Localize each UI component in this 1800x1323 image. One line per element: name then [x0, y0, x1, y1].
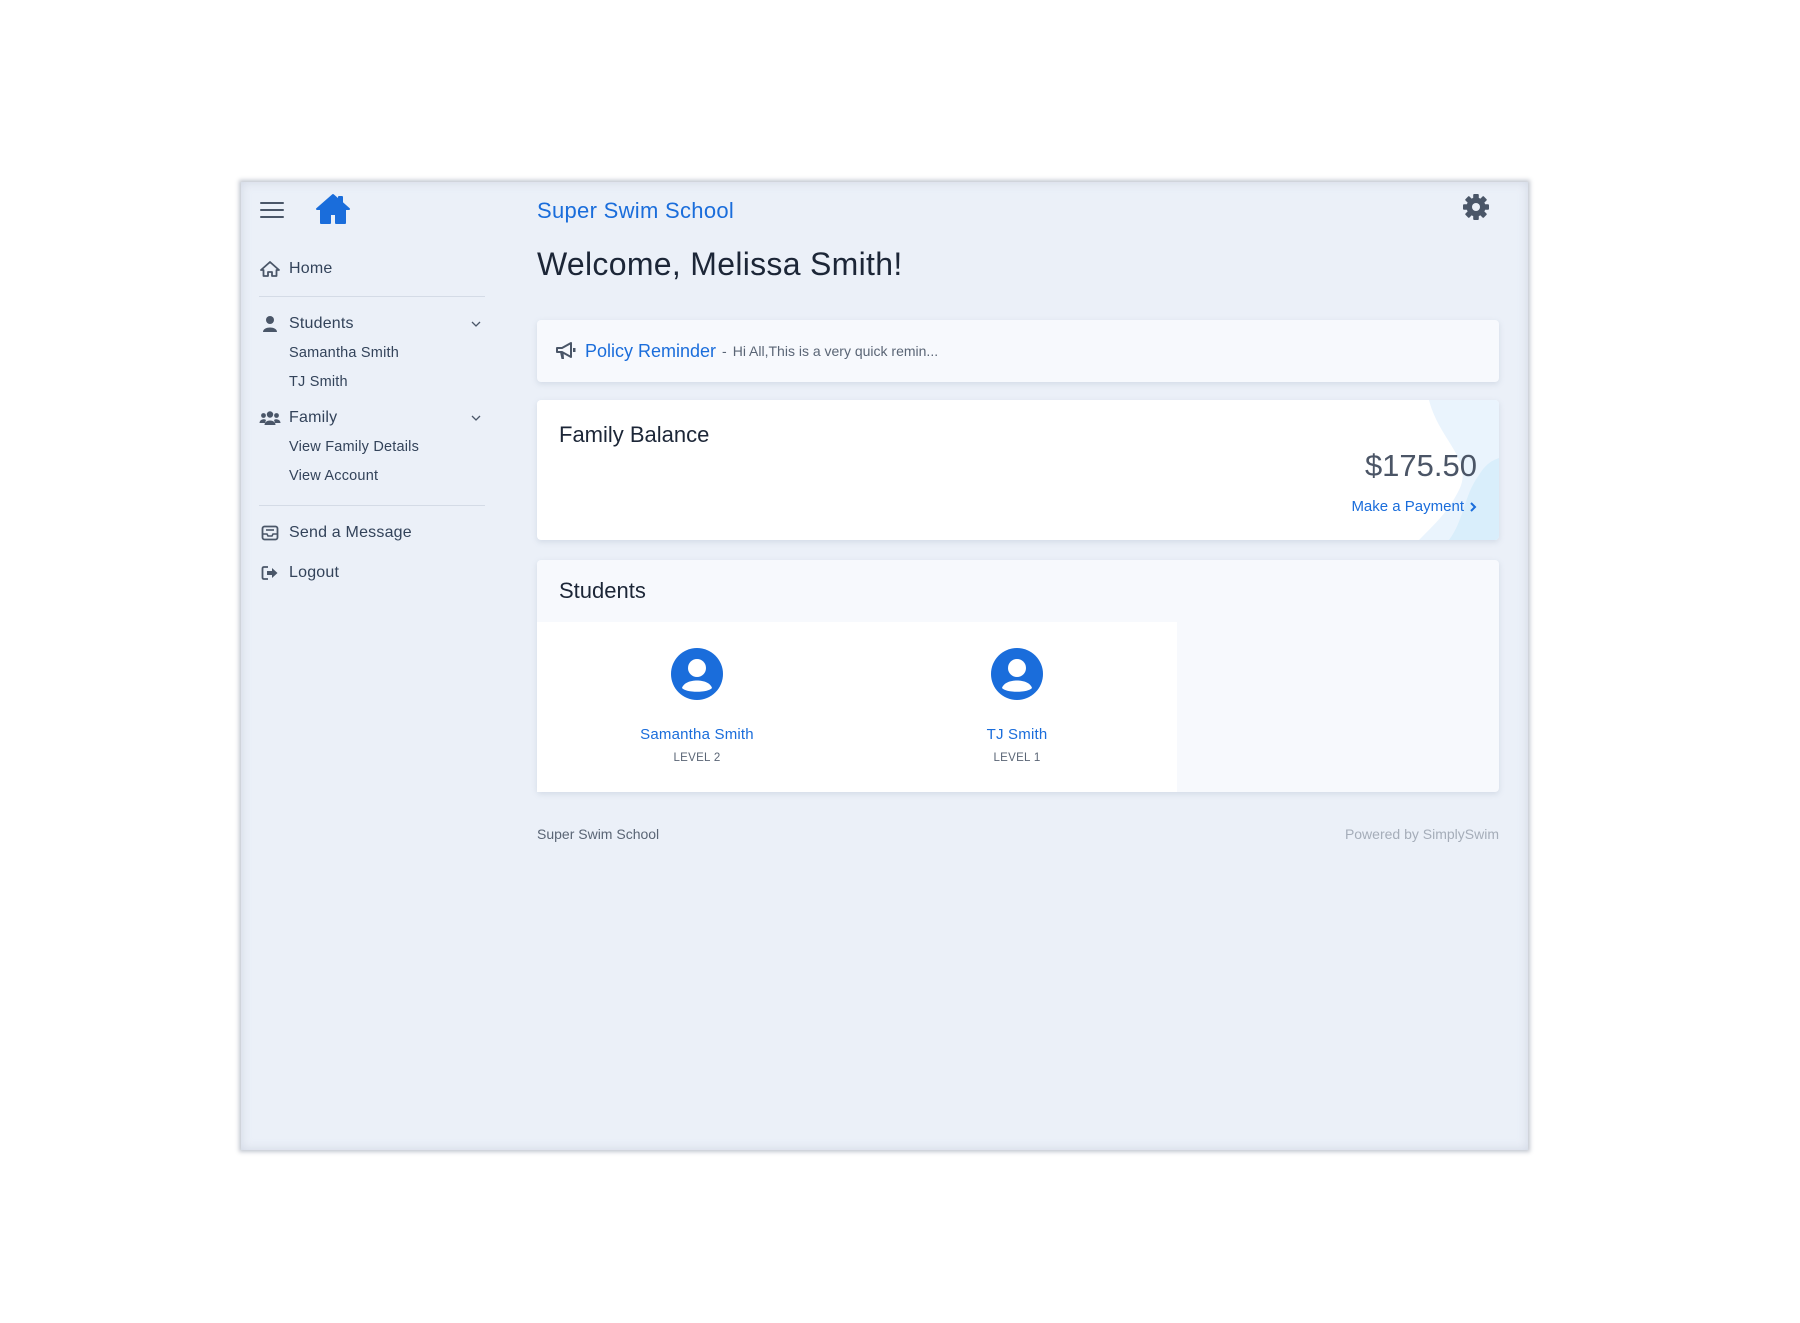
family-balance-card: Family Balance $175.50 Make a Payment [537, 400, 1499, 540]
user-icon [259, 315, 281, 333]
home-logo-icon[interactable] [314, 192, 352, 226]
policy-title[interactable]: Policy Reminder [585, 341, 716, 362]
logout-icon [259, 564, 281, 582]
sidebar: Home Students Samantha Smith TJ Smith Fa… [241, 182, 501, 1150]
student-name[interactable]: Samantha Smith [537, 726, 857, 743]
family-balance-title: Family Balance [559, 422, 710, 447]
gear-icon[interactable] [1461, 192, 1491, 222]
sidebar-item-students[interactable]: Students [259, 309, 487, 339]
sidebar-item-label: Family [289, 409, 338, 426]
policy-separator: - [722, 343, 727, 359]
balance-amount: $175.50 [1364, 448, 1477, 483]
students-grid: Samantha Smith LEVEL 2 TJ Smith LEVEL 1 [537, 622, 1177, 792]
policy-reminder-banner[interactable]: Policy Reminder - Hi All,This is a very … [537, 320, 1499, 382]
user-avatar-icon [671, 648, 723, 700]
hamburger-menu-icon[interactable] [260, 202, 284, 220]
students-card: Students Samantha Smith LEVEL 2 TJ Smith [537, 560, 1499, 792]
sidebar-item-home[interactable]: Home [259, 254, 487, 284]
school-title[interactable]: Super Swim School [537, 198, 734, 224]
sidebar-item-label: Home [289, 260, 333, 277]
page-title: Welcome, Melissa Smith! [537, 246, 903, 282]
students-title: Students [559, 578, 646, 603]
make-payment-link[interactable]: Make a Payment [1351, 498, 1477, 515]
chevron-right-icon [1470, 501, 1477, 512]
student-tile-tj[interactable]: TJ Smith LEVEL 1 [857, 622, 1177, 792]
sidebar-item-send-message[interactable]: Send a Message [259, 518, 487, 548]
student-name[interactable]: TJ Smith [857, 726, 1177, 743]
sidebar-view-account[interactable]: View Account [259, 462, 487, 491]
divider [259, 296, 485, 297]
sidebar-item-label: Logout [289, 564, 340, 581]
student-level: LEVEL 2 [673, 752, 721, 764]
footer-powered-by: Powered by SimplySwim [1344, 826, 1499, 842]
users-icon [259, 409, 281, 427]
footer-school-name: Super Swim School [537, 826, 660, 842]
sidebar-item-family[interactable]: Family [259, 403, 487, 433]
student-level: LEVEL 1 [993, 752, 1041, 764]
megaphone-icon [556, 342, 576, 359]
sidebar-item-logout[interactable]: Logout [259, 558, 487, 588]
sidebar-item-label: Students [289, 315, 354, 332]
inbox-icon [259, 524, 281, 542]
make-payment-label: Make a Payment [1351, 498, 1464, 515]
chevron-down-icon[interactable] [471, 413, 481, 423]
sidebar-student-tj[interactable]: TJ Smith [259, 368, 487, 397]
user-avatar-icon [991, 648, 1043, 700]
sidebar-student-samantha[interactable]: Samantha Smith [259, 339, 487, 368]
sidebar-nav: Home Students Samantha Smith TJ Smith Fa… [259, 254, 487, 588]
sidebar-item-label: Send a Message [289, 524, 412, 541]
home-icon [259, 260, 281, 278]
policy-preview: Hi All,This is a very quick remin... [732, 343, 939, 359]
chevron-down-icon[interactable] [471, 319, 481, 329]
sidebar-view-family-details[interactable]: View Family Details [259, 433, 487, 462]
student-tile-samantha[interactable]: Samantha Smith LEVEL 2 [537, 622, 857, 792]
divider [259, 505, 485, 506]
app-window: Home Students Samantha Smith TJ Smith Fa… [241, 182, 1528, 1150]
